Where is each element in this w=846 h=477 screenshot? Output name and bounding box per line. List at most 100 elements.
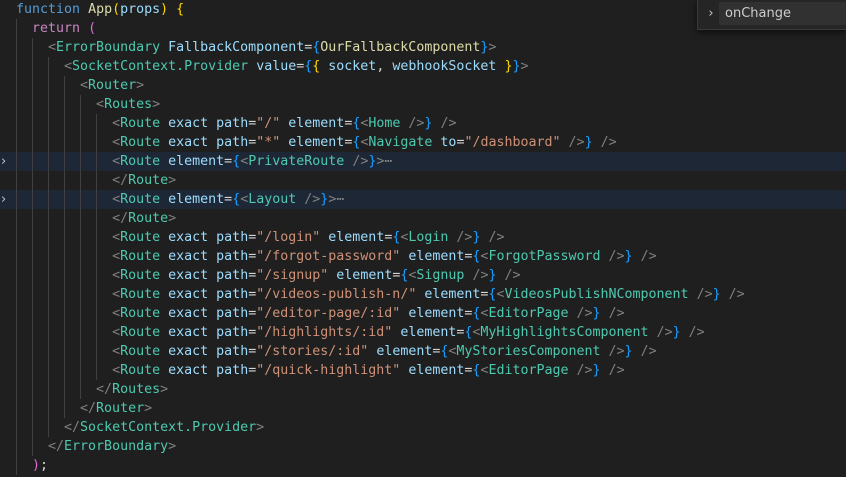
code-token: Route <box>120 249 161 264</box>
find-input[interactable]: onChange <box>719 2 846 25</box>
code-line[interactable]: <Routes> <box>0 95 846 114</box>
code-token: } <box>584 135 593 150</box>
code-line[interactable]: <Route exact path="/videos-publish-n/" e… <box>0 285 846 304</box>
code-text: <Route exact path="/highlights/:id" elem… <box>16 323 705 342</box>
code-text: <Route element={<PrivateRoute />}>⋯ <box>16 152 392 171</box>
code-token: Routes <box>112 382 161 397</box>
code-token: /> <box>352 154 369 169</box>
code-token: </ <box>48 439 65 454</box>
code-line[interactable]: <ErrorBoundary FallbackComponent={OurFal… <box>0 38 846 57</box>
code-token: element <box>424 287 481 302</box>
code-token: "/dashboard" <box>464 135 561 150</box>
code-token: ErrorBoundary <box>64 439 169 454</box>
code-token: element <box>288 135 345 150</box>
code-token: to <box>440 135 457 150</box>
code-line[interactable]: <Route exact path="/editor-page/:id" ele… <box>0 304 846 323</box>
code-text: <SocketContext.Provider value={{ socket,… <box>16 57 528 76</box>
code-token: path <box>216 249 249 264</box>
code-line[interactable]: <Route exact path="*" element={<Navigate… <box>0 133 846 152</box>
code-token: Router <box>96 401 145 416</box>
indent-guides <box>16 285 113 304</box>
code-token: socket <box>328 59 377 74</box>
code-token: element <box>376 344 433 359</box>
code-token: < <box>112 344 121 359</box>
indent-guides <box>16 19 32 38</box>
code-token: element <box>408 363 465 378</box>
code-token: exact <box>168 344 209 359</box>
code-token: element <box>336 268 393 283</box>
code-line[interactable]: </Router> <box>0 399 846 418</box>
code-token: /> <box>600 135 617 150</box>
code-token: } <box>624 344 633 359</box>
code-token: element <box>400 325 457 340</box>
code-line[interactable]: <Route exact path="/" element={<Home />}… <box>0 114 846 133</box>
code-token: , <box>376 59 393 74</box>
code-token: return <box>32 21 81 36</box>
code-token: Router <box>88 78 137 93</box>
indent-guides <box>16 228 113 247</box>
code-token: Route <box>120 363 161 378</box>
code-token: </ <box>112 211 129 226</box>
code-token: < <box>48 40 57 55</box>
code-token: ( <box>88 21 97 36</box>
code-token: FallbackComponent <box>168 40 305 55</box>
indent-guides <box>16 171 113 190</box>
fold-chevron-icon[interactable]: › <box>1 152 13 171</box>
code-token: webhookSocket <box>392 59 497 74</box>
code-line[interactable]: </Routes> <box>0 380 846 399</box>
code-line[interactable]: </ErrorBoundary> <box>0 437 846 456</box>
code-line[interactable]: <Route exact path="/highlights/:id" elem… <box>0 323 846 342</box>
code-token: ErrorBoundary <box>56 40 161 55</box>
code-line[interactable]: <Route exact path="/signup" element={<Si… <box>0 266 846 285</box>
code-line-folded[interactable]: › <Route element={<PrivateRoute />}>⋯ <box>0 152 846 171</box>
code-token: exact <box>168 287 209 302</box>
code-line[interactable]: <Route exact path="/login" element={<Log… <box>0 228 846 247</box>
code-text: <Router> <box>16 76 144 95</box>
code-token: value <box>256 59 297 74</box>
code-line[interactable]: <Route exact path="/quick-highlight" ele… <box>0 361 846 380</box>
code-token: </ <box>80 401 97 416</box>
code-line[interactable]: <Router> <box>0 76 846 95</box>
code-line[interactable]: ); <box>0 456 846 475</box>
code-token: ( <box>112 2 121 17</box>
code-token: "/videos-publish-n/" <box>256 287 417 302</box>
code-token: EditorPage <box>488 363 569 378</box>
code-line[interactable]: </Route> <box>0 171 846 190</box>
code-token: > <box>168 439 177 454</box>
code-line[interactable]: <Route exact path="/stories/:id" element… <box>0 342 846 361</box>
code-token: < <box>80 78 89 93</box>
folded-ellipsis-icon[interactable]: ⋯ <box>336 192 344 207</box>
code-text: <Route exact path="/editor-page/:id" ele… <box>16 304 625 323</box>
code-text: <Route element={<Layout />}>⋯ <box>16 190 344 209</box>
code-token: < <box>112 325 121 340</box>
code-token: SocketContext.Provider <box>72 59 249 74</box>
code-line[interactable]: <SocketContext.Provider value={{ socket,… <box>0 57 846 76</box>
code-token: /> <box>640 344 657 359</box>
code-editor[interactable]: function App(props) {return (<ErrorBound… <box>0 0 846 475</box>
code-line[interactable]: </SocketContext.Provider> <box>0 418 846 437</box>
code-line-folded[interactable]: › <Route element={<Layout />}>⋯ <box>0 190 846 209</box>
code-token: Navigate <box>368 135 433 150</box>
fold-chevron-icon[interactable]: › <box>1 190 13 209</box>
code-token: /> <box>608 306 625 321</box>
code-line[interactable]: <Route exact path="/forgot-password" ele… <box>0 247 846 266</box>
chevron-right-icon[interactable]: › <box>704 4 718 24</box>
code-token: < <box>64 59 73 74</box>
code-token: > <box>144 401 153 416</box>
folded-ellipsis-icon[interactable]: ⋯ <box>384 154 392 169</box>
code-token: Route <box>120 154 161 169</box>
indent-guides <box>16 304 113 323</box>
code-text: <Route exact path="/quick-highlight" ele… <box>16 361 625 380</box>
code-line[interactable]: </Route> <box>0 209 846 228</box>
code-token: < <box>112 287 121 302</box>
